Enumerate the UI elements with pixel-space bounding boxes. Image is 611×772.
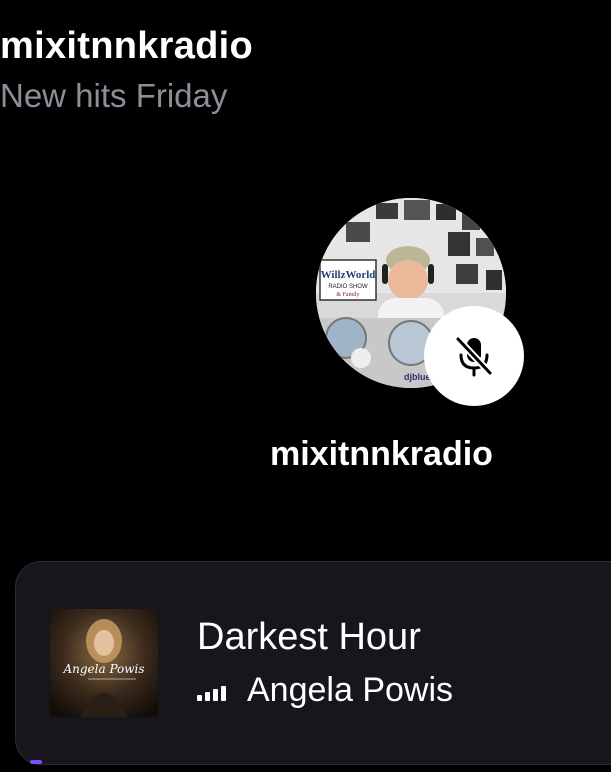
avatar-show-family: & Family	[336, 292, 359, 298]
accent-indicator	[30, 760, 42, 764]
mic-off-icon	[454, 335, 494, 377]
album-art[interactable]: Angela Powis	[50, 609, 158, 717]
equalizer-icon	[197, 685, 226, 701]
room-header: mixitnnkradio New hits Friday	[0, 22, 253, 116]
speaker-name: mixitnnkradio	[270, 435, 493, 473]
avatar-show-name: WillzWorld	[321, 269, 376, 281]
artist-row: Angela Powis	[197, 670, 453, 710]
mute-status-button[interactable]	[424, 306, 524, 406]
track-title: Darkest Hour	[197, 616, 421, 658]
now-playing-bar[interactable]: Angela Powis Darkest Hour Angela Powis	[15, 561, 611, 765]
album-art-text: Angela Powis	[62, 662, 144, 676]
speaker-avatar-container[interactable]: WillzWorld RADIO SHOW & Family djblue	[316, 198, 524, 406]
album-cover-image: Angela Powis	[50, 609, 158, 717]
avatar-show-sub: RADIO SHOW	[328, 284, 368, 290]
audio-room-screen: mixitnnkradio New hits Friday WillzWorld…	[0, 0, 611, 772]
room-subtitle: New hits Friday	[0, 77, 228, 114]
room-title: mixitnnkradio	[0, 25, 254, 67]
artist-name: Angela Powis	[247, 671, 454, 709]
